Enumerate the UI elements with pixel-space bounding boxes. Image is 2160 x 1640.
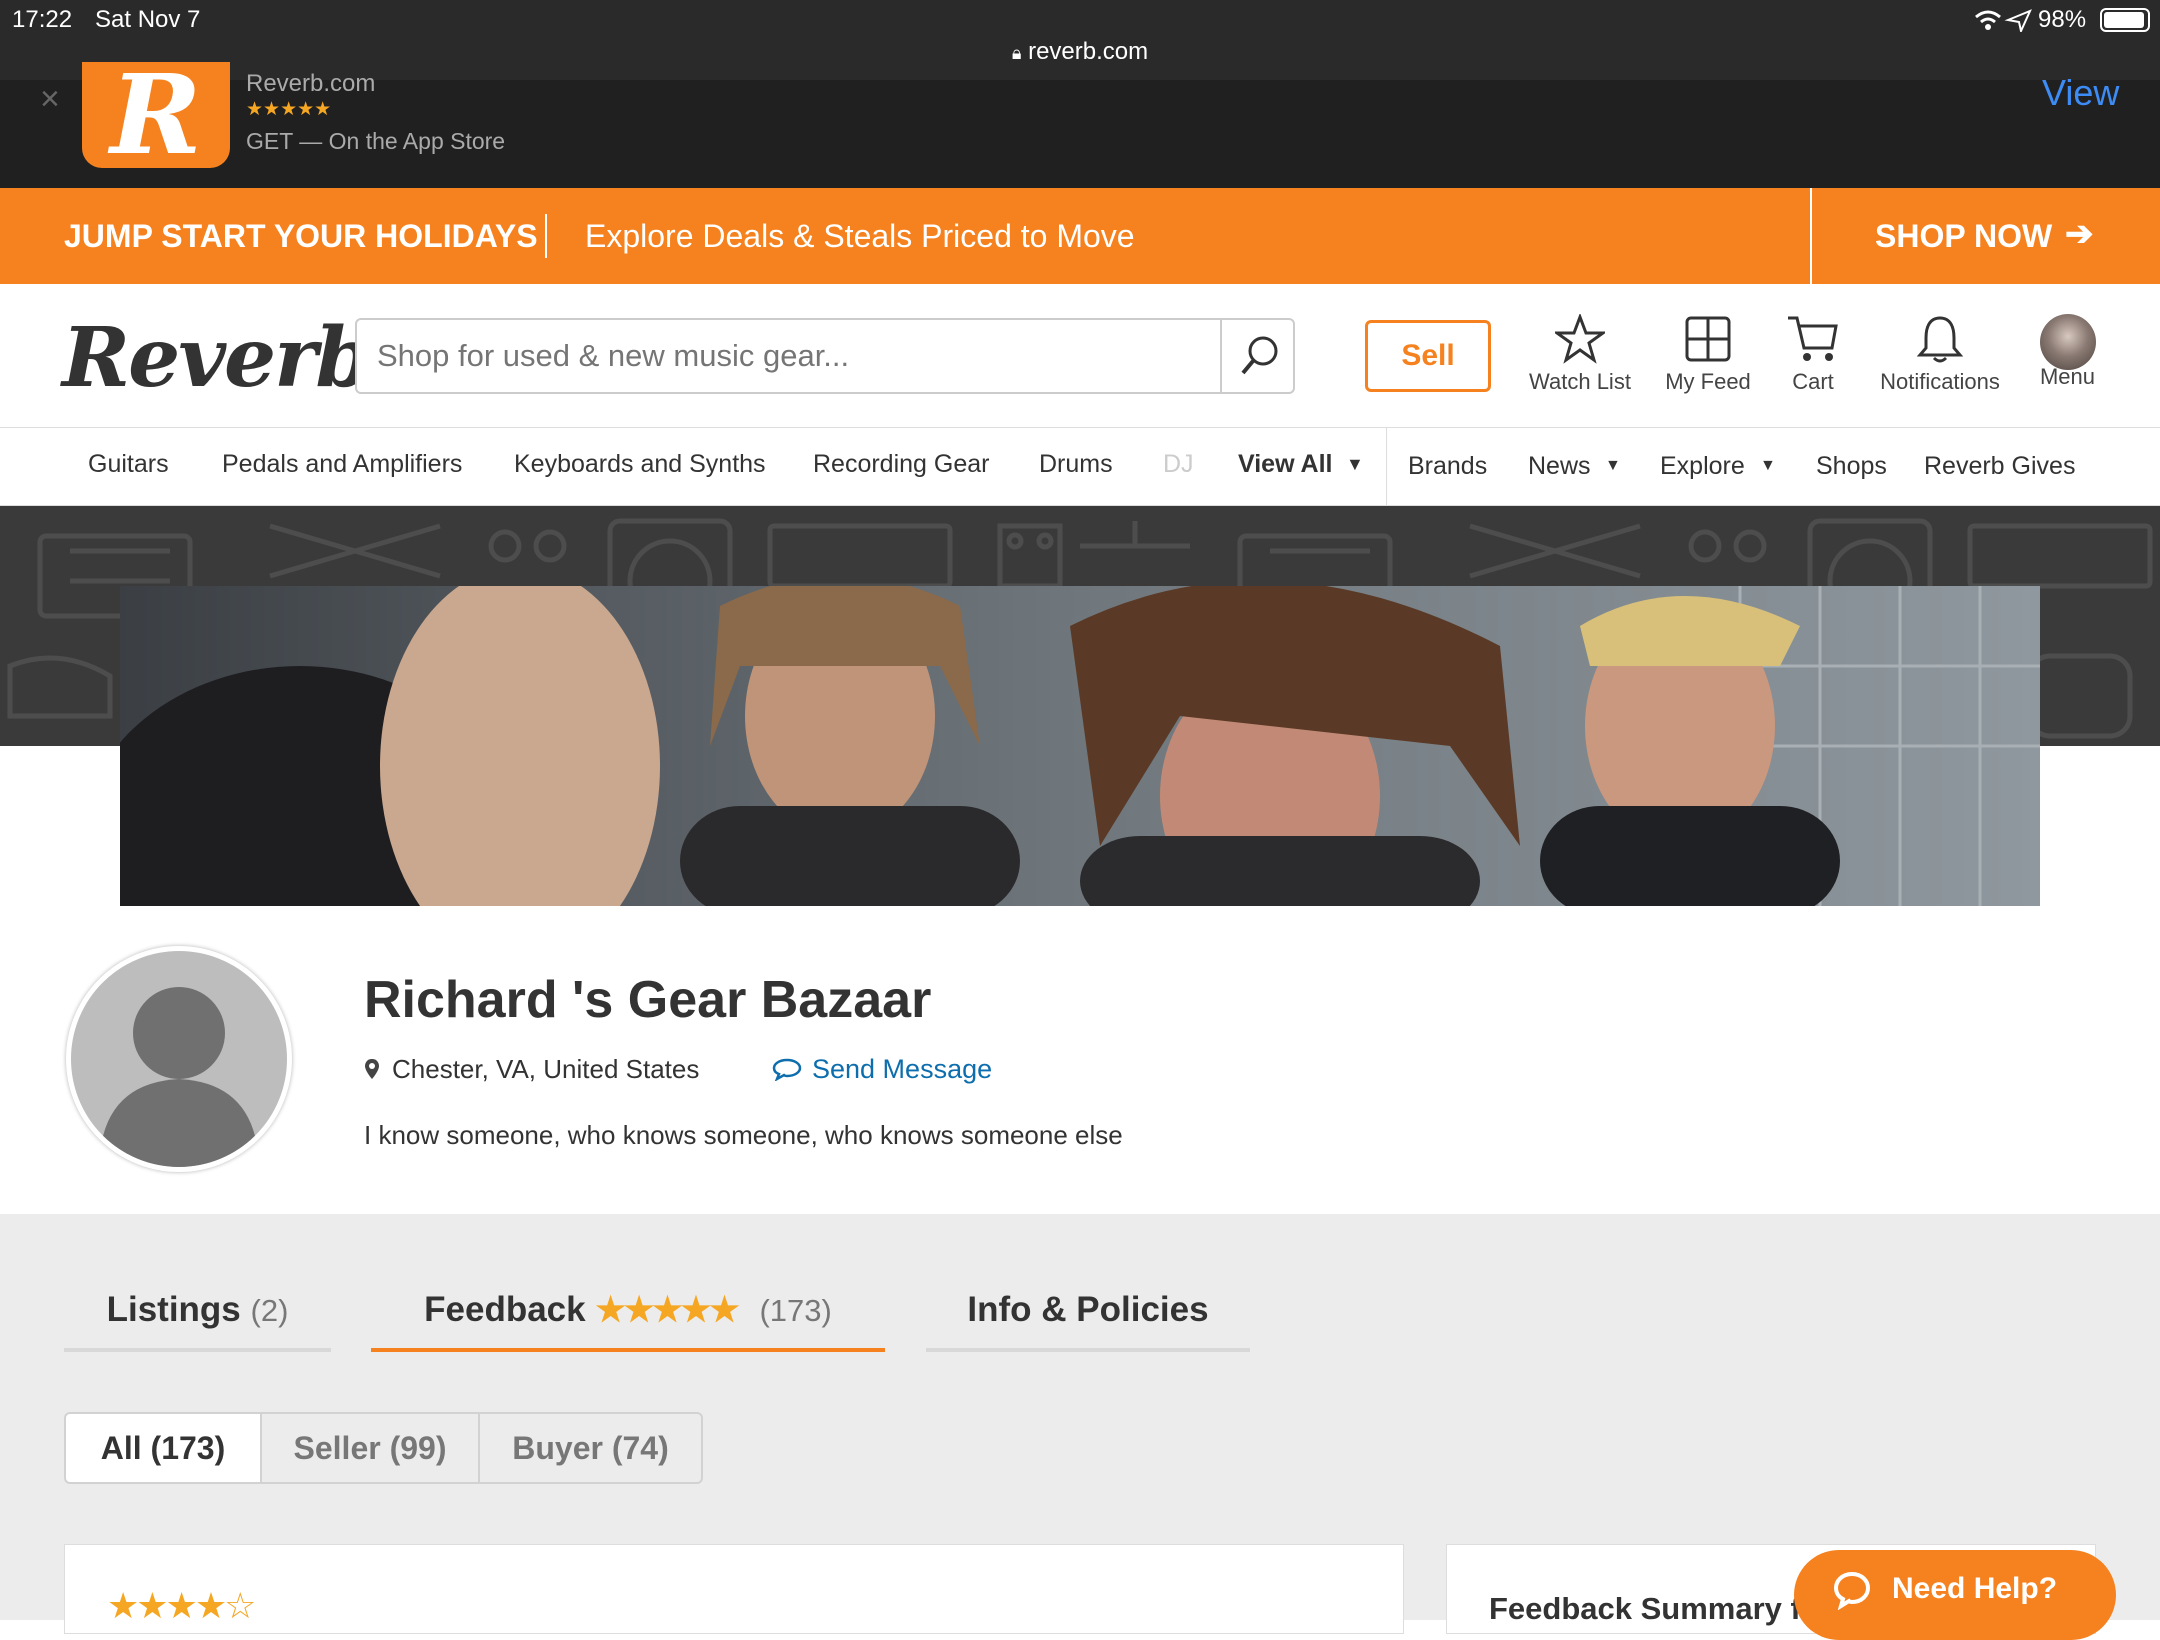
nav-recording-gear[interactable]: Recording Gear xyxy=(813,450,989,479)
my-feed-label: My Feed xyxy=(1665,369,1751,394)
filter-all[interactable]: All (173) xyxy=(64,1412,262,1484)
notifications-link[interactable]: Notifications xyxy=(1870,314,2010,414)
menu-link[interactable]: Menu xyxy=(2020,314,2115,414)
map-pin-icon xyxy=(364,1056,380,1079)
clock: 17:22 xyxy=(12,6,73,33)
category-nav: Guitars Pedals and Amplifiers Keyboards … xyxy=(0,428,2160,506)
app-name: Reverb.com xyxy=(246,70,376,97)
tab-feedback[interactable]: Feedback ★★★★★ (173) xyxy=(371,1290,885,1352)
filter-buyer[interactable]: Buyer (74) xyxy=(478,1412,703,1484)
feedback-card: ★★★★☆ xyxy=(64,1544,1404,1634)
cart-icon xyxy=(1788,316,1838,361)
nav-brands[interactable]: Brands xyxy=(1408,452,1487,481)
feedback-rating-stars-icon: ★★★★☆ xyxy=(107,1585,256,1626)
divider xyxy=(545,214,547,258)
lock-icon: 🔒︎ xyxy=(1011,43,1022,63)
promo-subtext: Explore Deals & Steals Priced to Move xyxy=(585,218,1135,254)
reverb-logo[interactable]: Reverb xyxy=(62,310,373,406)
app-get-text: GET — On the App Store xyxy=(246,128,506,154)
nav-reverb-gives[interactable]: Reverb Gives xyxy=(1924,452,2075,481)
send-message-link[interactable]: Send Message xyxy=(772,1054,992,1085)
battery-percent: 98% xyxy=(2038,6,2087,33)
cart-link[interactable]: Cart xyxy=(1763,314,1863,414)
url-bar[interactable]: 🔒︎ reverb.com xyxy=(0,38,2160,66)
wifi-location-icon xyxy=(1974,8,2034,35)
nav-dj[interactable]: DJ xyxy=(1163,450,1194,479)
avatar xyxy=(2039,314,2096,370)
shop-avatar xyxy=(66,946,292,1172)
reverb-app-logo: R xyxy=(82,62,230,168)
site-header: Reverb Sell Watch List My Feed Cart Noti… xyxy=(0,284,2160,428)
nav-view-all[interactable]: View All xyxy=(1238,450,1332,479)
feedback-stars-icon: ★★★★★ xyxy=(595,1291,739,1329)
grid-icon xyxy=(1685,316,1731,362)
browser-status-bar: 17:22 Sat Nov 7 98% 🔒︎ reverb.com xyxy=(0,0,2160,80)
arrow-right-icon: ➔ xyxy=(2065,215,2094,253)
need-help-button[interactable]: Need Help? xyxy=(1794,1550,2116,1640)
my-feed-link[interactable]: My Feed xyxy=(1658,314,1758,414)
star-icon xyxy=(1552,312,1608,364)
tab-feedback-count: (173) xyxy=(759,1293,832,1328)
search-icon xyxy=(1241,336,1278,375)
notifications-label: Notifications xyxy=(1880,369,2000,394)
watch-list-link[interactable]: Watch List xyxy=(1525,312,1635,414)
close-icon[interactable]: × xyxy=(40,80,60,119)
tab-listings-label: Listings xyxy=(106,1290,241,1329)
send-message-label: Send Message xyxy=(812,1054,993,1084)
tab-listings[interactable]: Listings (2) xyxy=(64,1290,331,1352)
app-store-banner: × Reverb.com ★★★★★ GET — On the App Stor… xyxy=(0,70,2160,188)
nav-explore[interactable]: Explore xyxy=(1660,452,1745,481)
search-button[interactable] xyxy=(1220,320,1293,392)
shop-name: Richard 's Gear Bazaar xyxy=(364,971,932,1029)
app-rating-stars: ★★★★★ xyxy=(246,99,332,120)
chat-icon xyxy=(1832,1570,1872,1611)
nav-guitars[interactable]: Guitars xyxy=(88,450,169,479)
nav-news[interactable]: News xyxy=(1528,452,1591,481)
location-text: Chester, VA, United States xyxy=(392,1054,700,1084)
sell-button[interactable]: Sell xyxy=(1365,320,1491,392)
date: Sat Nov 7 xyxy=(95,6,201,33)
location: Chester, VA, United States xyxy=(364,1054,699,1085)
view-app-button[interactable]: View xyxy=(2042,72,2119,114)
nav-shops[interactable]: Shops xyxy=(1816,452,1887,481)
search-box xyxy=(355,318,1295,394)
promo-headline: JUMP START YOUR HOLIDAYS xyxy=(64,218,538,254)
caret-down-icon: ▼ xyxy=(1346,454,1364,474)
filter-seller[interactable]: Seller (99) xyxy=(260,1412,480,1484)
bell-icon xyxy=(1916,316,1964,363)
watch-list-label: Watch List xyxy=(1529,369,1631,394)
nav-keyboards-synths[interactable]: Keyboards and Synths xyxy=(514,450,766,479)
caret-down-icon: ▼ xyxy=(1605,457,1621,474)
search-input[interactable] xyxy=(357,320,1217,392)
tab-listings-count: (2) xyxy=(250,1293,289,1328)
shop-now-button[interactable]: SHOP NOW xyxy=(1875,218,2052,255)
nav-pedals-amplifiers[interactable]: Pedals and Amplifiers xyxy=(222,450,462,479)
tab-info-policies[interactable]: Info & Policies xyxy=(926,1290,1250,1352)
caret-down-icon: ▼ xyxy=(1760,457,1776,474)
menu-label: Menu xyxy=(2039,364,2096,389)
url-text: reverb.com xyxy=(1028,38,1149,65)
tab-feedback-label: Feedback xyxy=(424,1290,586,1329)
shop-banner-image xyxy=(120,586,2040,906)
need-help-label: Need Help? xyxy=(1892,1572,2058,1605)
chat-bubble-icon xyxy=(772,1057,802,1082)
cart-label: Cart xyxy=(1792,369,1834,394)
battery-icon xyxy=(2100,8,2150,32)
divider xyxy=(1810,188,1812,284)
user-silhouette-icon xyxy=(99,987,259,1167)
promo-banner[interactable]: JUMP START YOUR HOLIDAYS Explore Deals &… xyxy=(0,188,2160,284)
nav-drums[interactable]: Drums xyxy=(1039,450,1113,479)
divider xyxy=(1386,428,1387,506)
shop-bio: I know someone, who knows someone, who k… xyxy=(364,1120,1123,1150)
